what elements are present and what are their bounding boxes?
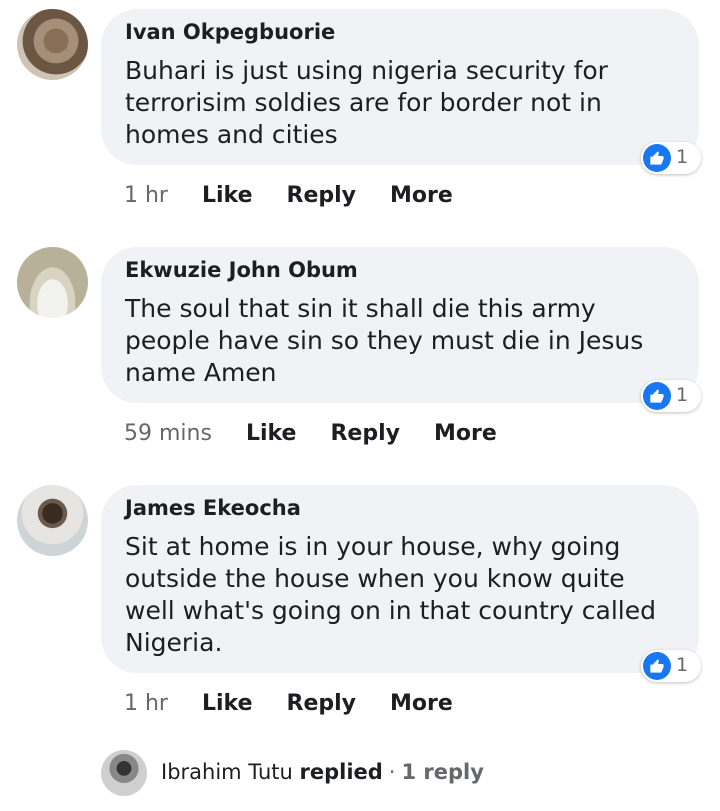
thumbs-up-icon [643, 382, 671, 410]
comment-author[interactable]: James Ekeocha [125, 496, 301, 520]
reply-author[interactable]: Ibrahim Tutu [161, 760, 293, 784]
like-count-badge[interactable]: 1 [641, 142, 701, 174]
like-button[interactable]: Like [202, 691, 253, 716]
avatar[interactable] [17, 9, 88, 80]
thumbs-up-icon [643, 652, 671, 680]
like-count: 1 [676, 384, 689, 406]
more-button[interactable]: More [390, 183, 453, 208]
comment-bubble: Ivan Okpegbuorie Buhari is just using ni… [101, 9, 699, 165]
like-button[interactable]: Like [202, 183, 253, 208]
reply-button[interactable]: Reply [287, 691, 357, 716]
reply-avatar[interactable] [101, 750, 147, 796]
replies-summary-text[interactable]: Ibrahim Tutu replied · 1 reply [161, 760, 484, 784]
reply-verb: replied [299, 760, 383, 784]
separator-dot: · [388, 760, 396, 784]
comment-text: Buhari is just using nigeria security fo… [125, 56, 608, 149]
comment-actions: 1 hr Like Reply More [124, 688, 487, 718]
like-count: 1 [676, 146, 689, 168]
comment-author[interactable]: Ivan Okpegbuorie [125, 20, 335, 44]
reply-button[interactable]: Reply [330, 421, 400, 446]
comment-actions: 59 mins Like Reply More [124, 418, 531, 448]
avatar[interactable] [17, 247, 88, 318]
more-button[interactable]: More [434, 421, 497, 446]
like-count-badge[interactable]: 1 [641, 380, 701, 412]
comment-text: The soul that sin it shall die this army… [125, 294, 644, 387]
timestamp[interactable]: 1 hr [124, 183, 168, 208]
like-button[interactable]: Like [246, 421, 297, 446]
comment-author[interactable]: Ekwuzie John Obum [125, 258, 358, 282]
avatar[interactable] [17, 485, 88, 556]
timestamp[interactable]: 59 mins [124, 421, 212, 446]
comment-text: Sit at home is in your house, why going … [125, 532, 656, 657]
thumbs-up-icon [643, 144, 671, 172]
timestamp[interactable]: 1 hr [124, 691, 168, 716]
reply-button[interactable]: Reply [287, 183, 357, 208]
comment-actions: 1 hr Like Reply More [124, 180, 487, 210]
like-count-badge[interactable]: 1 [641, 650, 701, 682]
comment-bubble: James Ekeocha Sit at home is in your hou… [101, 485, 699, 673]
like-count: 1 [676, 654, 689, 676]
replies-summary[interactable]: Ibrahim Tutu replied · 1 reply [101, 748, 701, 798]
comment-bubble: Ekwuzie John Obum The soul that sin it s… [101, 247, 699, 403]
more-button[interactable]: More [390, 691, 453, 716]
view-replies-link[interactable]: 1 reply [401, 760, 483, 784]
